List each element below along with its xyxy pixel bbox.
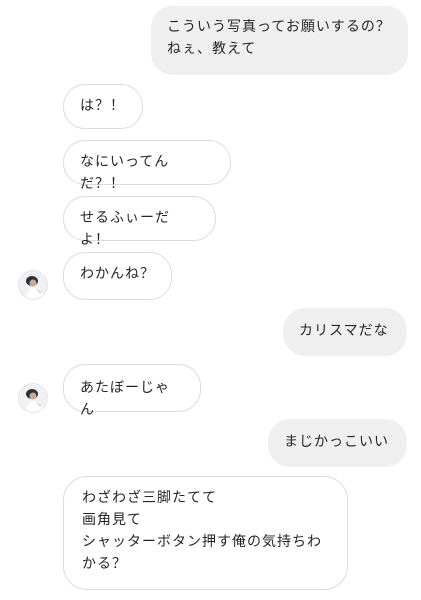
person-photo-icon [19,384,47,412]
message-bubble-received: わざわざ三脚たてて 画角見て シャッターボタン押す俺の気持ちわかる？ [63,476,348,590]
message-bubble-sent: まじかっこいい [268,419,407,467]
message-bubble-received: せるふぃーだよ！ [63,196,216,248]
contact-avatar[interactable] [18,270,48,300]
message-bubble-sent: こういう写真ってお願いするの？ ねぇ、教えて [151,6,408,75]
message-bubble-received: は？！ [63,84,143,129]
contact-avatar[interactable] [18,383,48,413]
message-bubble-sent: カリスマだな [283,308,407,356]
message-bubble-received: わかんね？ [63,252,172,300]
message-bubble-received: あたぼーじゃん [63,364,201,418]
message-bubble-received: なにいってんだ？！ [63,140,231,192]
person-photo-icon [19,271,47,299]
